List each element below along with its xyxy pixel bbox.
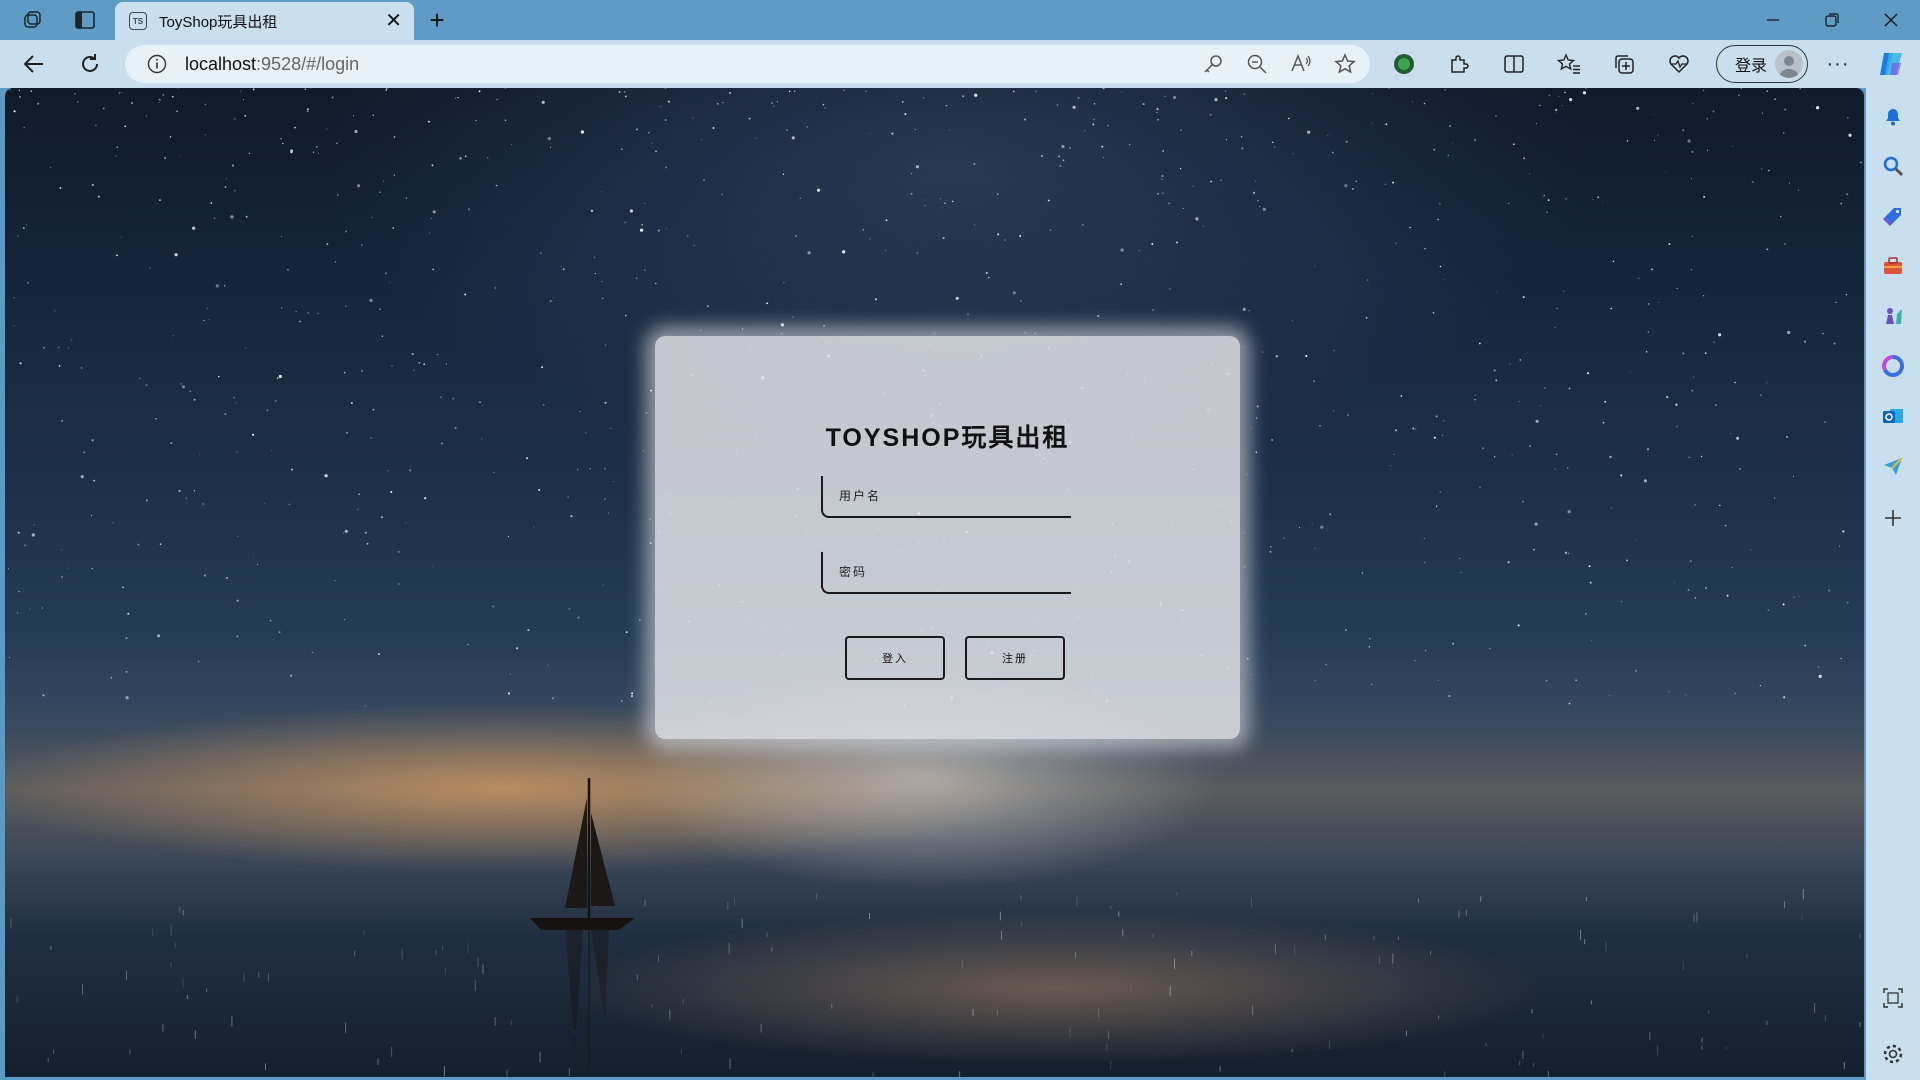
tab-actions-icon[interactable] [68, 6, 102, 34]
title-bar: TS ToyShop玩具出租 ✕ + [0, 0, 1920, 40]
toolbox-icon[interactable] [1879, 252, 1907, 280]
edge-sidebar [1866, 88, 1920, 1080]
profile-login-button[interactable]: 登录 [1716, 45, 1808, 83]
more-menu-button[interactable]: ··· [1822, 49, 1854, 79]
bell-icon[interactable] [1879, 102, 1907, 130]
info-icon[interactable] [147, 54, 167, 74]
puzzle-icon[interactable] [1443, 49, 1475, 79]
back-icon[interactable] [18, 49, 50, 79]
address-bar[interactable]: localhost:9528/#/login [125, 45, 1370, 83]
tag-icon[interactable] [1879, 202, 1907, 230]
username-field [821, 476, 1071, 518]
register-button[interactable]: 注册 [965, 636, 1065, 680]
close-tab-icon[interactable]: ✕ [385, 11, 402, 31]
login-button[interactable]: 登入 [845, 636, 945, 680]
login-card: TOYSHOP玩具出租 登入 注册 [655, 336, 1240, 739]
key-icon[interactable] [1202, 53, 1224, 75]
heart-icon[interactable] [1663, 49, 1695, 79]
extension-icon[interactable] [1388, 49, 1420, 79]
active-tab[interactable]: TS ToyShop玩具出租 ✕ [115, 2, 414, 40]
star-icon[interactable] [1334, 53, 1356, 75]
zoom-out-icon[interactable] [1246, 53, 1268, 75]
send-icon[interactable] [1879, 452, 1907, 480]
microsoft365-icon[interactable] [1879, 352, 1907, 380]
tab-title: ToyShop玩具出租 [159, 13, 278, 31]
sailboat-image [530, 778, 635, 1068]
avatar [1775, 50, 1803, 78]
url-path: :9528/#/login [256, 53, 360, 74]
login-title: TOYSHOP玩具出租 [825, 424, 1070, 452]
restore-button[interactable] [1803, 0, 1861, 40]
workspaces-icon[interactable] [15, 6, 49, 34]
outlook-icon[interactable] [1879, 402, 1907, 430]
split-screen-icon[interactable] [1498, 49, 1530, 79]
chess-icon[interactable] [1879, 302, 1907, 330]
url-text: localhost:9528/#/login [185, 54, 359, 75]
copilot-icon[interactable] [1876, 49, 1908, 81]
new-tab-button[interactable]: + [422, 5, 452, 35]
profile-login-label: 登录 [1735, 58, 1768, 75]
username-input[interactable] [823, 476, 1071, 516]
collections-icon[interactable] [1608, 49, 1640, 79]
password-field [821, 552, 1071, 594]
password-input[interactable] [823, 552, 1071, 592]
site-favicon-icon: TS [129, 12, 147, 30]
minimize-button[interactable] [1744, 0, 1802, 40]
page-viewport: TOYSHOP玩具出租 登入 注册 [5, 88, 1864, 1077]
screenshot-icon[interactable] [1879, 984, 1907, 1012]
read-aloud-icon[interactable] [1290, 53, 1312, 75]
search-icon[interactable] [1879, 152, 1907, 180]
add-icon[interactable] [1879, 504, 1907, 532]
refresh-icon[interactable] [74, 49, 106, 79]
favorites-icon[interactable] [1553, 49, 1585, 79]
url-host: localhost [185, 53, 257, 74]
settings-icon[interactable] [1879, 1040, 1907, 1068]
close-window-button[interactable] [1862, 0, 1920, 40]
browser-toolbar: localhost:9528/#/login 登录 ··· [0, 40, 1920, 88]
toolbar-icons [1388, 49, 1718, 79]
